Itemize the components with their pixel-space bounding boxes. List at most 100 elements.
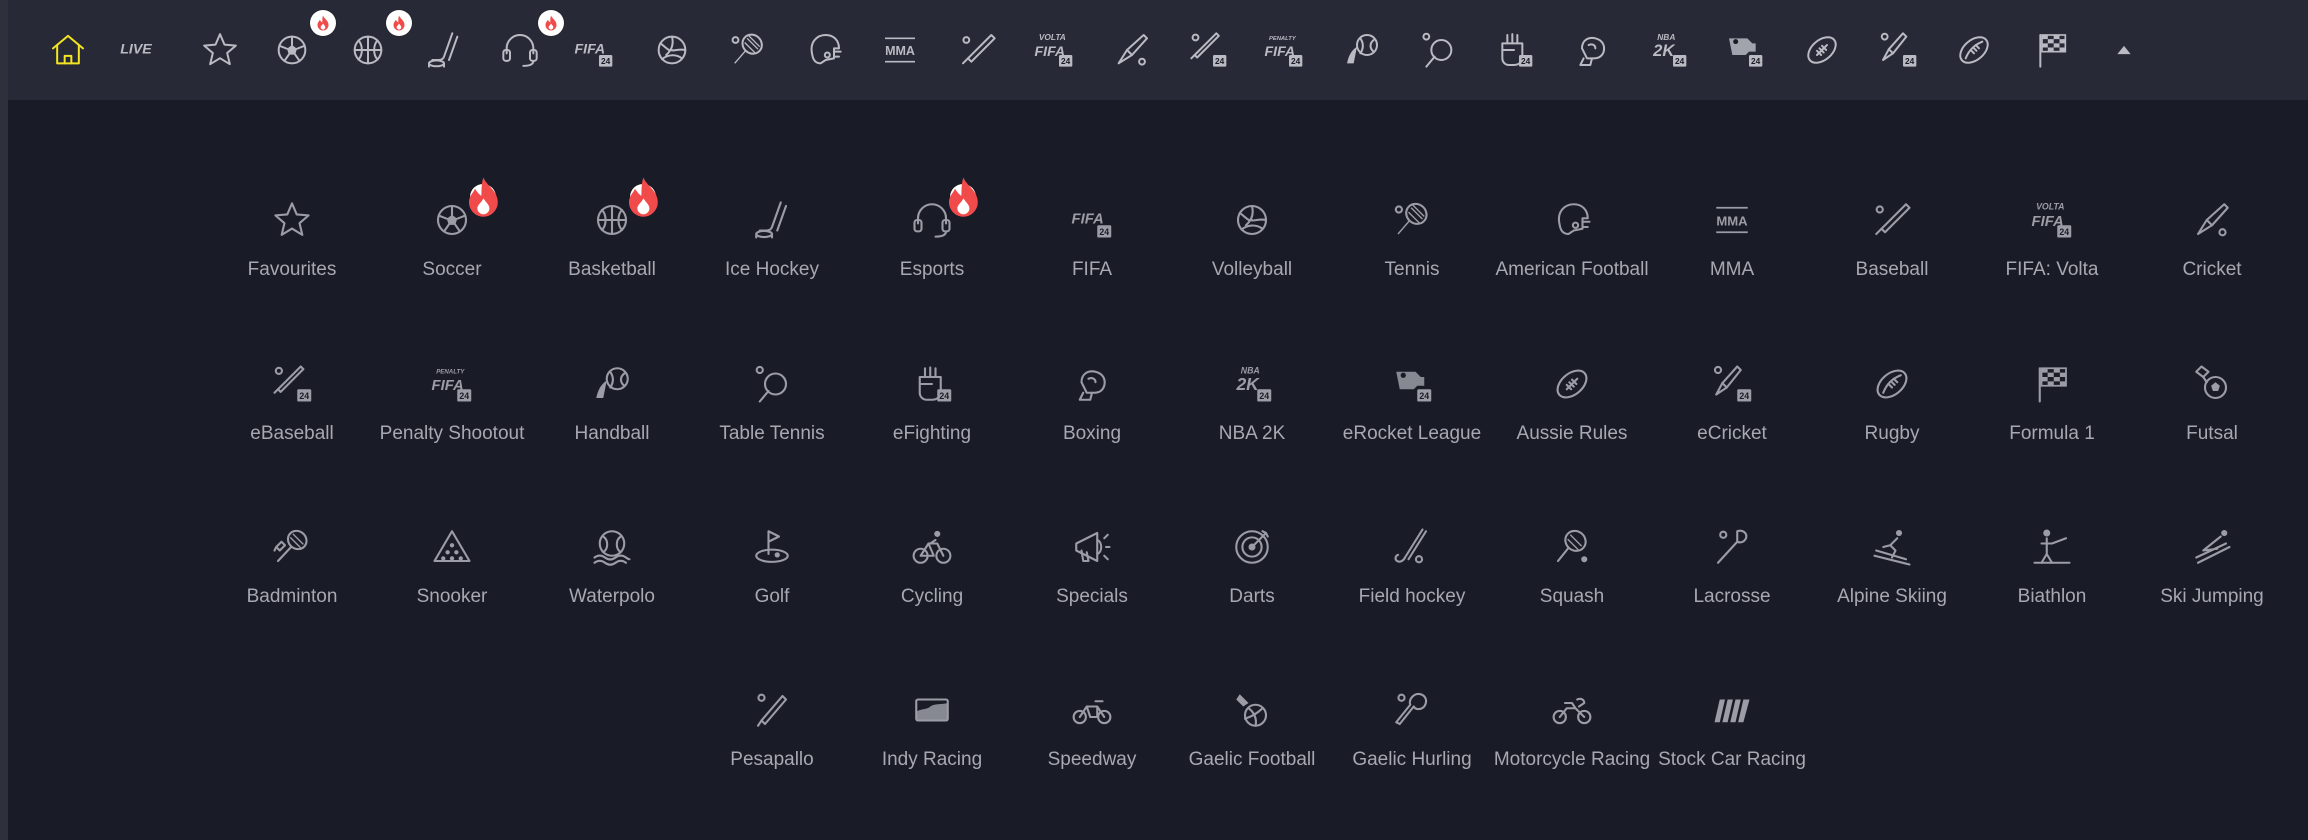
sport-label: Basketball xyxy=(568,259,656,280)
sport-label: FIFA: Volta xyxy=(2005,259,2099,280)
penalty-shootout-icon: PENALTY FIFA 24 xyxy=(428,360,476,408)
sport-label: FIFA xyxy=(1071,259,1113,280)
badminton-icon xyxy=(268,523,316,571)
sport-tile-erocket-league[interactable]: 24 eRocket League xyxy=(1332,334,1492,474)
sport-tile-ebaseball[interactable]: 24 eBaseball xyxy=(212,334,372,474)
sport-label: Darts xyxy=(1229,586,1275,607)
sport-label: Esports xyxy=(899,259,965,280)
sport-tile-fifa-volta[interactable]: VOLTA FIFA 24 FIFA: Volta xyxy=(1972,170,2132,310)
sport-label: Speedway xyxy=(1047,749,1137,770)
sport-tile-futsal[interactable]: Futsal xyxy=(2132,334,2292,474)
sport-tile-speedway[interactable]: Speedway xyxy=(1012,660,1172,800)
sport-tile-star[interactable]: Favourites xyxy=(212,170,372,310)
svg-text:VOLTA: VOLTA xyxy=(2036,202,2064,212)
sport-label: Alpine Skiing xyxy=(1837,586,1947,607)
gaelic-hurling-icon xyxy=(1388,686,1436,734)
sport-tile-pesapallo[interactable]: Pesapallo xyxy=(692,660,852,800)
sport-tile-snooker[interactable]: Snooker xyxy=(372,497,532,637)
sport-label: Pesapallo xyxy=(730,749,814,770)
sport-tile-aussie-rules[interactable]: Aussie Rules xyxy=(1492,334,1652,474)
sport-tile-indy-racing[interactable]: Indy Racing xyxy=(852,660,1012,800)
sport-tile-esports[interactable]: Esports xyxy=(852,170,1012,310)
ecricket-icon: 24 xyxy=(1708,360,1756,408)
svg-text:24: 24 xyxy=(939,391,949,401)
sport-tile-formula-1[interactable]: Formula 1 xyxy=(1972,334,2132,474)
volleyball-icon xyxy=(1228,196,1276,244)
field-hockey-icon xyxy=(1388,523,1436,571)
sport-tile-darts[interactable]: Darts xyxy=(1172,497,1332,637)
sport-tile-specials[interactable]: Specials xyxy=(1012,497,1172,637)
sport-label: Squash xyxy=(1539,586,1605,607)
sport-tile-waterpolo[interactable]: Waterpolo xyxy=(532,497,692,637)
sport-tile-efighting[interactable]: 24 eFighting xyxy=(852,334,1012,474)
sport-tile-badminton[interactable]: Badminton xyxy=(212,497,372,637)
sport-label: Ski Jumping xyxy=(2160,586,2264,607)
sport-tile-volleyball[interactable]: Volleyball xyxy=(1172,170,1332,310)
gaelic-football-icon xyxy=(1228,686,1276,734)
sport-tile-cycling[interactable]: Cycling xyxy=(852,497,1012,637)
sport-tile-nba-2k[interactable]: NBA 2K 24 NBA 2K xyxy=(1172,334,1332,474)
sport-tile-alpine-skiing[interactable]: Alpine Skiing xyxy=(1812,497,1972,637)
efighting-icon: 24 xyxy=(908,360,956,408)
formula-1-icon xyxy=(2028,360,2076,408)
golf-icon xyxy=(748,523,796,571)
basketball-icon xyxy=(588,177,658,244)
sport-tile-gaelic-hurling[interactable]: Gaelic Hurling xyxy=(1332,660,1492,800)
soccer-icon xyxy=(428,177,498,244)
sport-tile-ecricket[interactable]: 24 eCricket xyxy=(1652,334,1812,474)
sport-tile-golf[interactable]: Golf xyxy=(692,497,852,637)
sport-label: Rugby xyxy=(1864,423,1920,444)
hot-flame-icon xyxy=(628,177,658,217)
ski-jumping-icon xyxy=(2188,523,2236,571)
handball-icon xyxy=(588,360,636,408)
esports-icon xyxy=(908,177,978,244)
sport-tile-stock-car-racing[interactable]: Stock Car Racing xyxy=(1652,660,1812,800)
futsal-icon xyxy=(2188,360,2236,408)
all-sports-grid: Favourites Soccer Basketball Ice Hockey Espo… xyxy=(0,0,2308,840)
sport-label: eRocket League xyxy=(1342,423,1482,444)
sport-tile-rugby[interactable]: Rugby xyxy=(1812,334,1972,474)
sport-tile-gaelic-football[interactable]: Gaelic Football xyxy=(1172,660,1332,800)
sport-tile-baseball[interactable]: Baseball xyxy=(1812,170,1972,310)
specials-icon xyxy=(1068,523,1116,571)
snooker-icon xyxy=(428,523,476,571)
indy-racing-icon xyxy=(908,686,956,734)
sport-label: NBA 2K xyxy=(1218,423,1286,444)
sport-label: Volleyball xyxy=(1211,259,1293,280)
sport-label: Handball xyxy=(574,423,650,444)
sport-tile-soccer[interactable]: Soccer xyxy=(372,170,532,310)
sport-tile-lacrosse[interactable]: Lacrosse xyxy=(1652,497,1812,637)
sport-tile-penalty-shootout[interactable]: PENALTY FIFA 24 Penalty Shootout xyxy=(372,334,532,474)
sport-label: American Football xyxy=(1495,259,1649,280)
svg-text:PENALTY: PENALTY xyxy=(436,369,465,376)
sport-label: Boxing xyxy=(1062,423,1122,444)
sport-tile-tennis[interactable]: Tennis xyxy=(1332,170,1492,310)
svg-text:24: 24 xyxy=(1739,391,1749,401)
sport-tile-fifa[interactable]: FIFA 24 FIFA xyxy=(1012,170,1172,310)
sport-tile-handball[interactable]: Handball xyxy=(532,334,692,474)
svg-text:2K: 2K xyxy=(1235,374,1260,394)
sport-tile-cricket[interactable]: Cricket xyxy=(2132,170,2292,310)
sport-tile-table-tennis[interactable]: Table Tennis xyxy=(692,334,852,474)
sport-tile-biathlon[interactable]: Biathlon xyxy=(1972,497,2132,637)
baseball-icon xyxy=(1868,196,1916,244)
sport-label: Cricket xyxy=(2182,259,2242,280)
sport-tile-field-hockey[interactable]: Field hockey xyxy=(1332,497,1492,637)
sport-tile-boxing[interactable]: Boxing xyxy=(1012,334,1172,474)
ebaseball-icon: 24 xyxy=(268,360,316,408)
sport-tile-basketball[interactable]: Basketball xyxy=(532,170,692,310)
sport-tile-ski-jumping[interactable]: Ski Jumping xyxy=(2132,497,2292,637)
sport-tile-motorcycle-racing[interactable]: Motorcycle Racing xyxy=(1492,660,1652,800)
mma-icon: MMA xyxy=(1708,196,1756,244)
sport-tile-mma[interactable]: MMA MMA xyxy=(1652,170,1812,310)
svg-text:MMA: MMA xyxy=(1716,213,1748,228)
sport-label: Futsal xyxy=(2186,423,2238,444)
sport-tile-american-football[interactable]: American Football xyxy=(1492,170,1652,310)
sport-label: eBaseball xyxy=(250,423,334,444)
star-icon xyxy=(268,196,316,244)
cycling-icon xyxy=(908,523,956,571)
fifa-icon: FIFA 24 xyxy=(1068,196,1116,244)
sport-tile-squash[interactable]: Squash xyxy=(1492,497,1652,637)
sport-tile-ice-hockey[interactable]: Ice Hockey xyxy=(692,170,852,310)
svg-text:FIFA: FIFA xyxy=(1072,212,1104,228)
